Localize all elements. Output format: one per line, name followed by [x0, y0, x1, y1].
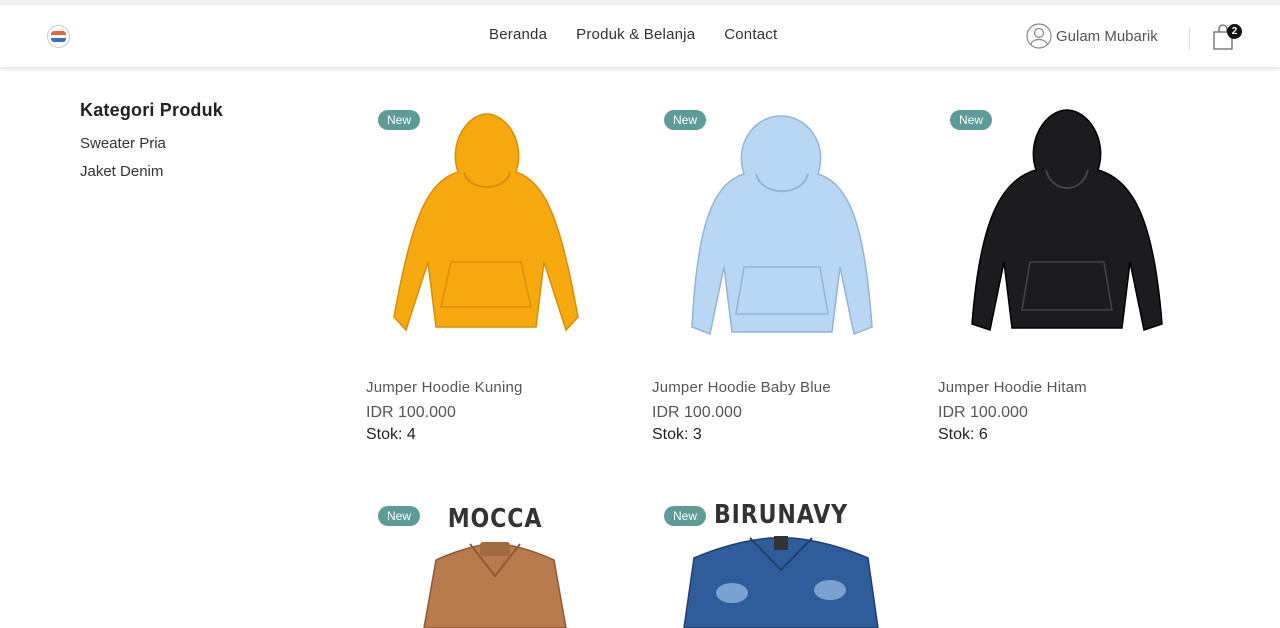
main-nav: Beranda Produk & Belanja Contact	[489, 26, 777, 43]
new-badge: New	[664, 506, 707, 526]
product-price: IDR 100.000	[366, 404, 456, 421]
jacket-body	[423, 543, 567, 628]
product-image[interactable]: New	[366, 102, 624, 357]
category-sidebar: Kategori Produk Sweater Pria Jaket Denim	[80, 100, 223, 191]
hoodie-image	[971, 109, 1163, 331]
product-stock: Stok: 4	[366, 426, 416, 443]
nav-produk-belanja[interactable]: Produk & Belanja	[576, 26, 695, 43]
product-card[interactable]: New Jumper Hoodie Kuning IDR 100.000 Sto…	[366, 102, 624, 444]
product-image[interactable]: BIRUNAVY New	[652, 498, 910, 628]
user-account[interactable]: Gulam Mubarik	[1026, 23, 1158, 49]
product-price: IDR 100.000	[652, 404, 742, 421]
store-logo[interactable]	[47, 25, 70, 48]
nav-beranda[interactable]: Beranda	[489, 26, 547, 43]
product-name[interactable]: Jumper Hoodie Hitam	[938, 379, 1196, 396]
site-header: Beranda Produk & Belanja Contact Gulam M…	[0, 5, 1280, 67]
product-card[interactable]: BIRUNAVY New	[652, 498, 910, 628]
new-badge: New	[378, 110, 421, 130]
jacket-body	[683, 537, 879, 628]
hoodie-body	[393, 113, 579, 332]
product-price: IDR 100.000	[938, 404, 1028, 421]
product-card[interactable]: New Jumper Hoodie Baby Blue IDR 100.000 …	[652, 102, 910, 444]
category-title: Kategori Produk	[80, 100, 224, 120]
header-divider	[1189, 28, 1190, 50]
category-jaket-denim[interactable]: Jaket Denim	[80, 163, 223, 180]
new-badge: New	[378, 506, 421, 526]
hoodie-image	[393, 113, 579, 332]
new-badge: New	[664, 110, 707, 130]
category-sweater-pria[interactable]: Sweater Pria	[80, 135, 223, 152]
product-name[interactable]: Jumper Hoodie Baby Blue	[652, 379, 910, 396]
product-image[interactable]: MOCCA New	[366, 498, 624, 628]
product-stock: Stok: 6	[938, 426, 988, 443]
product-name[interactable]: Jumper Hoodie Kuning	[366, 379, 624, 396]
product-card[interactable]: New Jumper Hoodie Hitam IDR 100.000 Stok…	[938, 102, 1196, 444]
new-badge: New	[950, 110, 993, 130]
product-stock: Stok: 3	[652, 426, 702, 443]
logo-mark	[51, 31, 66, 42]
nav-contact[interactable]: Contact	[724, 26, 777, 43]
hoodie-image	[691, 115, 873, 336]
product-image[interactable]: New	[938, 102, 1196, 357]
product-card[interactable]: MOCCA New	[366, 498, 624, 628]
user-icon	[1026, 23, 1052, 49]
user-name: Gulam Mubarik	[1056, 27, 1158, 45]
hoodie-body	[691, 115, 873, 336]
hoodie-body	[971, 109, 1163, 331]
cart-count-badge: 2	[1227, 24, 1242, 39]
product-image[interactable]: New	[652, 102, 910, 357]
